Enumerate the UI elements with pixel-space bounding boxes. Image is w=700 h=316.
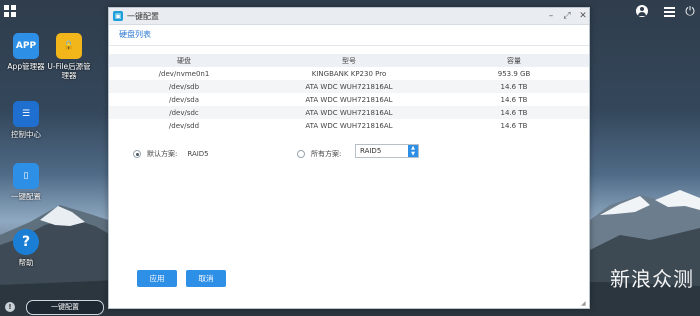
all-schemes-radio[interactable] — [297, 150, 305, 158]
disk-model: KINGBANK KP230 Pro — [311, 69, 387, 78]
minimize-icon[interactable]: – — [545, 10, 557, 22]
apply-button[interactable]: 应用 — [137, 270, 177, 287]
table-row[interactable]: /dev/sdd ATA WDC WUH721816AL 14.6 TB — [109, 119, 589, 132]
desktop-icon-one-click-config[interactable]: ▯ 一键配置 — [1, 163, 51, 201]
title-bar[interactable]: ▣ 一键配置 – ⤢ ✕ — [109, 8, 589, 25]
desktop-icon-control-center[interactable]: ☰ 控制中心 — [1, 101, 51, 139]
maximize-icon[interactable]: ⤢ — [561, 10, 573, 22]
default-scheme-label: 默认方案: — [147, 150, 178, 158]
disk-capacity: 14.6 TB — [500, 121, 528, 130]
menu-icon[interactable] — [662, 3, 678, 19]
mouse-icon: ▯ — [13, 163, 39, 189]
table-row[interactable]: /dev/sda ATA WDC WUH721816AL 14.6 TB — [109, 93, 589, 106]
resize-grip-icon[interactable]: ◢ — [581, 300, 589, 308]
cancel-button[interactable]: 取消 — [186, 270, 226, 287]
app-store-icon: APP — [13, 33, 39, 59]
desktop-icon-label: 帮助 — [18, 258, 34, 267]
one-click-config-window: ▣ 一键配置 – ⤢ ✕ 硬盘列表 硬盘 型号 容量 /dev/nvme0n1 … — [108, 7, 590, 309]
table-header-row: 硬盘 型号 容量 — [109, 54, 589, 67]
divider — [109, 45, 589, 46]
column-header-capacity: 容量 — [439, 54, 589, 67]
disk-model: ATA WDC WUH721816AL — [305, 95, 393, 104]
control-panel-icon: ☰ — [13, 101, 39, 127]
table-row[interactable]: /dev/sdb ATA WDC WUH721816AL 14.6 TB — [109, 80, 589, 93]
all-schemes-option[interactable]: 所有方案: — [297, 147, 341, 161]
disk-path: /dev/nvme0n1 — [158, 69, 210, 78]
disk-path: /dev/sdc — [109, 106, 259, 119]
disk-capacity: 953.9 GB — [497, 69, 531, 78]
user-icon[interactable] — [634, 3, 650, 19]
desktop-icon-label: U-File后源管理器 — [47, 62, 91, 80]
close-icon[interactable]: ✕ — [577, 10, 589, 22]
disk-capacity: 14.6 TB — [439, 106, 589, 119]
disk-model: ATA WDC WUH721816AL — [305, 121, 393, 130]
select-arrows-icon: ▲ ▼ — [408, 145, 418, 157]
power-icon[interactable]: ⏻ — [682, 3, 698, 19]
section-title: 硬盘列表 — [119, 30, 151, 39]
desktop-icon-label: 控制中心 — [11, 130, 41, 139]
all-schemes-label: 所有方案: — [311, 150, 342, 158]
table-row[interactable]: /dev/sdc ATA WDC WUH721816AL 14.6 TB — [109, 106, 589, 119]
desktop-icon-ufile[interactable]: 🔒 U-File后源管理器 — [44, 33, 94, 80]
disk-model: ATA WDC WUH721816AL — [259, 106, 439, 119]
disk-table: 硬盘 型号 容量 /dev/nvme0n1 KINGBANK KP230 Pro… — [109, 54, 589, 132]
default-scheme-option[interactable]: 默认方案: RAID5 — [133, 147, 209, 161]
desktop-icon-label: 一键配置 — [11, 192, 41, 201]
desktop-icon-help[interactable]: ? 帮助 — [1, 229, 51, 267]
app-grid-icon[interactable] — [2, 3, 18, 19]
watermark: 新浪众测 — [610, 267, 694, 291]
help-icon: ? — [13, 229, 39, 255]
taskbar-item-one-click-config[interactable]: 一键配置 — [26, 300, 104, 315]
column-header-disk: 硬盘 — [109, 54, 259, 67]
default-scheme-radio[interactable] — [133, 150, 141, 158]
disk-path: /dev/sdd — [168, 121, 200, 130]
lock-folder-icon: 🔒 — [56, 33, 82, 59]
app-logo-icon: ▣ — [113, 11, 123, 21]
disk-model: ATA WDC WUH721816AL — [259, 80, 439, 93]
table-row[interactable]: /dev/nvme0n1 KINGBANK KP230 Pro 953.9 GB — [109, 67, 589, 80]
disk-capacity: 14.6 TB — [439, 80, 589, 93]
raid-scheme-select-value: RAID5 — [360, 147, 382, 155]
column-header-model: 型号 — [259, 54, 439, 67]
disk-path: /dev/sda — [169, 95, 199, 104]
disk-path: /dev/sdb — [109, 80, 259, 93]
default-scheme-value: RAID5 — [187, 150, 209, 158]
disk-capacity: 14.6 TB — [500, 95, 528, 104]
window-title: 一键配置 — [127, 12, 159, 21]
raid-scheme-select[interactable]: RAID5 ▲ ▼ — [355, 144, 419, 158]
